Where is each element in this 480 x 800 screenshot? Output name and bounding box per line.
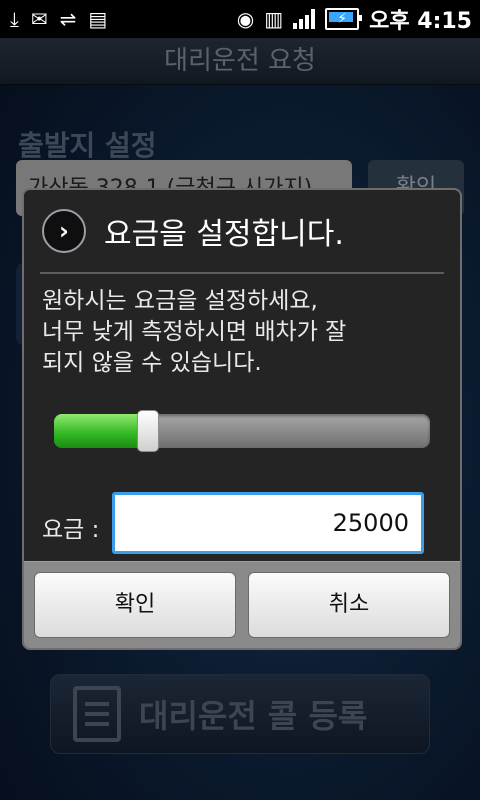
fee-slider[interactable]	[54, 410, 430, 452]
fee-slider-fill	[54, 414, 148, 448]
download-icon: ⤓	[10, 7, 19, 31]
mail-icon: ✉	[30, 7, 48, 31]
fee-dialog: › 요금을 설정합니다. 원하시는 요금을 설정하세요, 너무 낮게 측정하시면…	[22, 188, 462, 650]
dialog-divider	[40, 272, 444, 274]
sd-card-icon: ▤	[88, 7, 108, 31]
ok-button[interactable]: 확인	[34, 572, 236, 638]
fee-slider-thumb[interactable]	[137, 410, 159, 452]
dialog-message-line: 너무 낮게 측정하시면 배차가 잘	[42, 319, 347, 345]
status-bar: ⤓ ✉ ⇌ ▤ ◉ ▥ ⚡ 오후 4:15	[0, 0, 480, 38]
dialog-header: › 요금을 설정합니다.	[24, 190, 460, 272]
fee-label: 요금 :	[42, 517, 100, 543]
signal-icon	[293, 9, 316, 29]
dialog-message-line: 원하시는 요금을 설정하세요,	[42, 288, 318, 314]
dialog-title: 요금을 설정합니다.	[104, 217, 344, 252]
chevron-right-icon: ›	[42, 209, 86, 253]
battery-icon: ⚡	[325, 8, 363, 30]
dialog-button-bar: 확인 취소	[24, 561, 460, 648]
fee-input[interactable]	[112, 492, 424, 554]
cancel-button[interactable]: 취소	[248, 572, 450, 638]
hsdpa-icon: ▥	[264, 7, 284, 31]
dialog-message: 원하시는 요금을 설정하세요, 너무 낮게 측정하시면 배차가 잘 되지 않을 …	[42, 286, 446, 379]
wifi-icon: ◉	[236, 7, 255, 31]
dialog-message-line: 되지 않을 수 있습니다.	[42, 350, 262, 376]
usb-icon: ⇌	[59, 7, 77, 31]
status-time: 오후 4:15	[369, 9, 472, 34]
